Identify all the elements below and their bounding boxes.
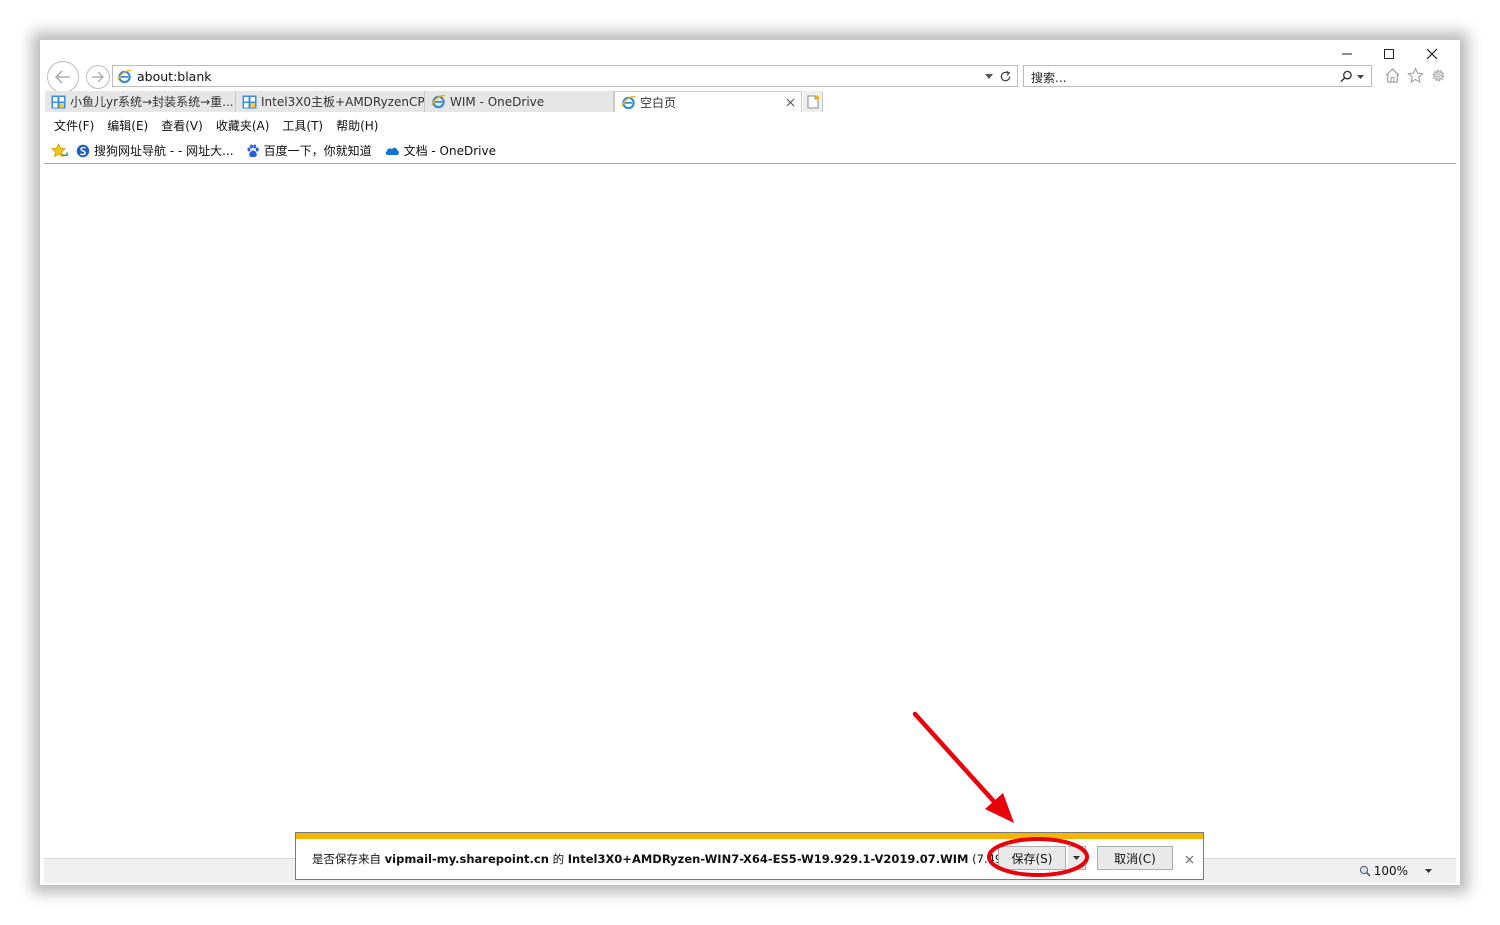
zoom-control[interactable]: 100% [1359,864,1408,878]
address-text: about:blank [137,69,212,84]
site-icon [242,95,257,108]
forward-button[interactable] [86,65,110,89]
home-icon[interactable] [1384,67,1401,84]
save-label: 保存(S) [1011,851,1053,866]
favorite-onedrive[interactable]: 文档 - OneDrive [384,142,496,159]
download-message: 是否保存来自 vipmail-my.sharepoint.cn 的 Intel3… [312,851,1033,867]
close-window-button[interactable] [1410,43,1454,65]
tab-label: 小鱼儿yr系统→封装系统→重... [70,95,234,109]
menu-file[interactable]: 文件(F) [54,117,94,134]
refresh-icon[interactable] [999,70,1012,83]
menu-view[interactable]: 查看(V) [161,117,203,134]
favorite-label: 文档 - OneDrive [403,144,496,158]
minimize-button[interactable] [1325,43,1369,65]
back-arrow-icon [54,70,70,84]
favorite-label: 百度一下，你就知道 [263,144,372,158]
maximize-button[interactable] [1367,43,1411,65]
page-content [44,164,1456,858]
download-host: vipmail-my.sharepoint.cn [384,852,549,866]
menu-edit[interactable]: 编辑(E) [107,117,148,134]
cancel-label: 取消(C) [1114,851,1156,866]
tab-close-icon[interactable] [786,98,795,107]
zoom-icon [1359,865,1371,877]
gear-icon[interactable] [1430,67,1447,84]
search-icon[interactable] [1340,70,1353,83]
search-placeholder: 搜索... [1031,71,1067,85]
dropdown-icon[interactable] [985,74,993,79]
save-options-button[interactable] [1068,846,1086,870]
tab-xiaoyuer[interactable]: 小鱼儿yr系统→封装系统→重... [45,91,236,112]
tab-label: Intel3X0主板+AMDRyzenCP... [261,95,424,109]
cancel-button[interactable]: 取消(C) [1097,846,1173,870]
minimize-icon [1342,53,1352,55]
ie-icon [621,95,636,109]
address-bar[interactable]: about:blank [112,65,1018,87]
back-button[interactable] [47,61,79,93]
favorite-sogou[interactable]: 搜狗网址导航 - - 网址大... [76,142,234,159]
baidu-paw-icon [247,144,259,157]
notification-accent-strip [296,833,1203,839]
dismiss-notification-icon[interactable] [1185,855,1194,864]
menu-help[interactable]: 帮助(H) [336,117,378,134]
zoom-dropdown-icon[interactable] [1425,869,1432,873]
save-button[interactable]: 保存(S) [998,846,1066,870]
favorites-bar: 搜狗网址导航 - - 网址大... 百度一下，你就知道 文档 - OneDriv… [44,138,1456,164]
maximize-icon [1384,49,1394,59]
search-dropdown-icon[interactable] [1357,75,1364,79]
tab-label: WIM - OneDrive [450,94,545,109]
favorites-star-icon[interactable] [1407,67,1424,84]
tab-wim-onedrive[interactable]: WIM - OneDrive [425,91,614,112]
menu-tools[interactable]: 工具(T) [282,117,323,134]
favorite-label: 搜狗网址导航 - - 网址大... [94,144,234,158]
sogou-icon [76,144,90,157]
search-box[interactable]: 搜索... [1023,65,1372,87]
tab-intel3x0[interactable]: Intel3X0主板+AMDRyzenCP... [236,91,425,112]
forward-arrow-icon [92,71,104,83]
cloud-icon [385,147,399,155]
chevron-down-icon [1073,856,1080,860]
new-tab-icon [807,95,819,108]
ie-icon [431,95,446,109]
tab-blank-page[interactable]: 空白页 [614,91,802,112]
download-filename: Intel3X0+AMDRyzen-WIN7-X64-ES5-W19.929.1… [567,852,969,866]
download-notification-bar: 是否保存来自 vipmail-my.sharepoint.cn 的 Intel3… [295,832,1204,880]
close-icon [1426,48,1438,60]
browser-window: about:blank 搜索... 小鱼儿yr系统→封装系统→重... Inte… [44,43,1456,883]
zoom-level: 100% [1373,864,1408,878]
tab-label: 空白页 [640,95,677,110]
ie-icon [117,70,132,84]
new-tab-button[interactable] [803,91,823,112]
message-prefix: 是否保存来自 [312,852,385,866]
menu-bar: 文件(F) 编辑(E) 查看(V) 收藏夹(A) 工具(T) 帮助(H) [44,112,1456,138]
menu-favorites[interactable]: 收藏夹(A) [216,117,270,134]
favorite-baidu[interactable]: 百度一下，你就知道 [246,142,372,159]
favorites-add-icon[interactable] [51,142,68,159]
site-icon [51,95,66,108]
message-middle: 的 [548,852,568,866]
